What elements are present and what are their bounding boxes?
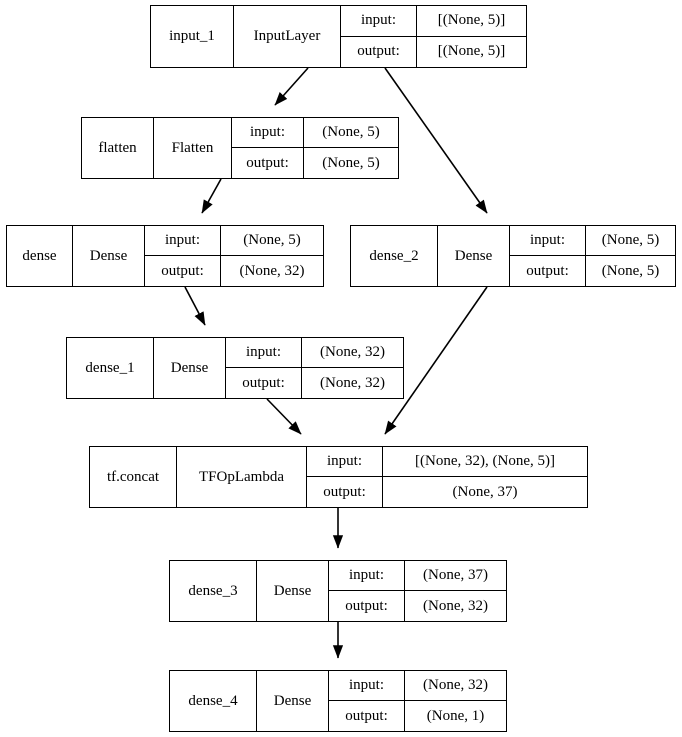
output-shape-value: (None, 32): [320, 374, 385, 391]
node-output-row: output: (None, 1): [329, 701, 506, 731]
node-layer-name: input_1: [151, 6, 234, 67]
node-input-row: input: (None, 32): [329, 671, 506, 701]
node-layer-type: Dense: [257, 671, 329, 731]
input-shape-value: (None, 5): [243, 232, 301, 248]
node-output-row: output: (None, 32): [145, 256, 323, 286]
node-input-row: input: (None, 5): [145, 226, 323, 256]
input-label: input:: [329, 671, 405, 700]
output-shape-value: (None, 5): [601, 262, 660, 279]
node-dense_4: dense_4 Dense input: (None, 32) output: (None…: [169, 670, 507, 732]
node-layer-type: Dense: [73, 226, 145, 286]
edge-dense_1-to-concat: [266, 398, 302, 435]
node-io-group: input: (None, 5) output: (None, 5): [510, 226, 675, 286]
node-io-group: input: [(None, 5)] output: [(None, 5)]: [341, 6, 526, 67]
node-io-group: input: (None, 37) output: (None, 32): [329, 561, 506, 621]
output-label: output:: [329, 701, 405, 731]
output-label: output:: [232, 148, 304, 178]
node-output-row: output: (None, 32): [226, 368, 403, 398]
input-label: input:: [307, 447, 383, 476]
input-label: input:: [510, 226, 586, 255]
input-shape-value: (None, 37): [423, 567, 488, 583]
node-output-row: output: (None, 5): [510, 256, 675, 286]
node-layer-type: TFOpLambda: [177, 447, 307, 507]
input-shape-value: (None, 32): [423, 677, 488, 693]
node-dense_2: dense_2 Dense input: (None, 5) output: (None,…: [350, 225, 676, 287]
node-input-row: input: (None, 37): [329, 561, 506, 591]
node-tf.concat: tf.concat TFOpLambda input: [(None, 32), (N…: [89, 446, 588, 508]
node-output-row: output: (None, 37): [307, 477, 587, 507]
node-io-group: input: (None, 5) output: (None, 5): [232, 118, 398, 178]
output-shape-value: [(None, 5)]: [437, 43, 506, 60]
edge-dense-to-dense_1: [184, 286, 206, 326]
edge-input_1-to-flatten: [274, 67, 309, 106]
output-shape-value: (None, 32): [423, 597, 488, 614]
node-io-group: input: (None, 5) output: (None, 32): [145, 226, 323, 286]
node-layer-name: dense_4: [170, 671, 257, 731]
node-output-row: output: (None, 32): [329, 591, 506, 621]
node-layer-name: dense_2: [351, 226, 438, 286]
node-input-row: input: (None, 32): [226, 338, 403, 368]
input-shape-value: (None, 5): [322, 124, 380, 140]
node-input-row: input: (None, 5): [232, 118, 398, 148]
output-label: output:: [341, 36, 417, 67]
node-layer-name: dense: [7, 226, 73, 286]
output-shape-value: (None, 1): [426, 707, 485, 724]
input-shape-value: [(None, 5)]: [437, 12, 506, 29]
input-shape-value: (None, 5): [601, 232, 660, 248]
input-label: input:: [341, 6, 417, 36]
input-label: input:: [232, 118, 304, 147]
node-input_1: input_1 InputLayer input: [(None, 5)] output…: [150, 5, 527, 68]
node-flatten: flatten Flatten input: (None, 5) output: (Non…: [81, 117, 399, 179]
node-layer-type: InputLayer: [234, 6, 341, 67]
input-shape-value: (None, 32): [320, 344, 385, 360]
output-shape-value: (None, 32): [239, 262, 305, 279]
node-io-group: input: [(None, 32), (None, 5)] output: (Non…: [307, 447, 587, 507]
node-io-group: input: (None, 32) output: (None, 1): [329, 671, 506, 731]
input-label: input:: [329, 561, 405, 590]
output-shape-value: (None, 5): [322, 154, 380, 171]
node-io-group: input: (None, 32) output: (None, 32): [226, 338, 403, 398]
node-dense_1: dense_1 Dense input: (None, 32) output: (None…: [66, 337, 404, 399]
node-dense: dense Dense input: (None, 5) output: (None, 3…: [6, 225, 324, 287]
node-layer-name: dense_1: [67, 338, 154, 398]
output-label: output:: [329, 591, 405, 621]
output-label: output:: [226, 368, 302, 398]
node-layer-name: dense_3: [170, 561, 257, 621]
node-input-row: input: [(None, 32), (None, 5)]: [307, 447, 587, 477]
output-label: output:: [145, 256, 221, 286]
output-label: output:: [307, 477, 383, 507]
edge-flatten-to-dense: [201, 178, 222, 214]
node-output-row: output: (None, 5): [232, 148, 398, 178]
node-layer-type: Flatten: [154, 118, 232, 178]
input-label: input:: [226, 338, 302, 367]
node-layer-name: tf.concat: [90, 447, 177, 507]
edge-input_1-to-dense_2: [384, 67, 488, 214]
node-dense_3: dense_3 Dense input: (None, 37) output: (None…: [169, 560, 507, 622]
output-label: output:: [510, 256, 586, 286]
node-input-row: input: [(None, 5)]: [341, 6, 526, 37]
node-input-row: input: (None, 5): [510, 226, 675, 256]
output-shape-value: (None, 37): [452, 483, 518, 500]
node-layer-name: flatten: [82, 118, 154, 178]
node-output-row: output: [(None, 5)]: [341, 36, 526, 67]
node-layer-type: Dense: [438, 226, 510, 286]
input-label: input:: [145, 226, 221, 255]
model-architecture-diagram: input_1 InputLayer input: [(None, 5)] output…: [0, 0, 682, 737]
node-layer-type: Dense: [257, 561, 329, 621]
node-layer-type: Dense: [154, 338, 226, 398]
input-shape-value: [(None, 32), (None, 5)]: [415, 453, 555, 469]
